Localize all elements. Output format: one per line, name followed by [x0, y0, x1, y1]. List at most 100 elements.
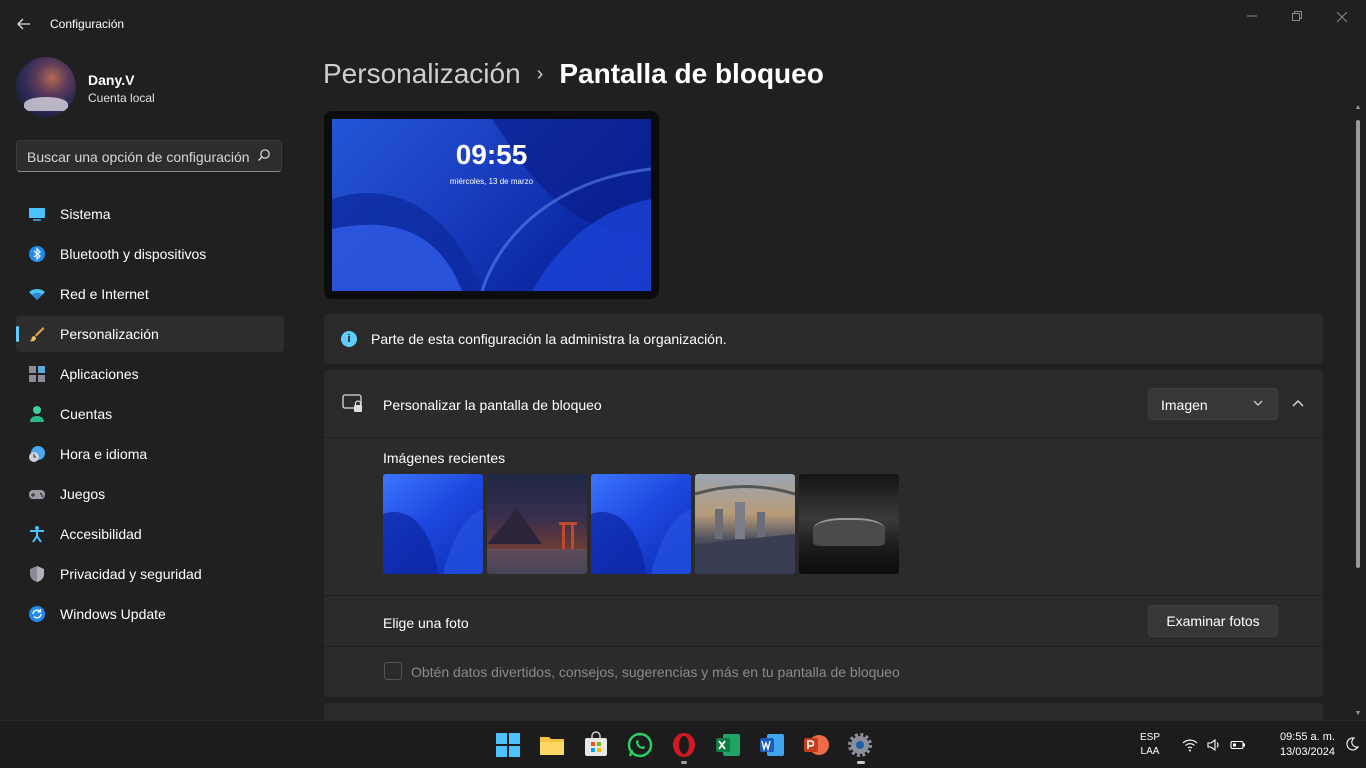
person-icon	[30, 406, 44, 422]
avatar	[16, 57, 76, 117]
info-icon: i	[341, 331, 357, 347]
back-arrow-icon	[17, 18, 30, 30]
sidebar-item-juegos[interactable]: Juegos	[16, 476, 284, 512]
dropdown-value: Imagen	[1161, 397, 1208, 413]
language-code: ESP	[1140, 732, 1161, 743]
lock-screen-header[interactable]: Personalizar la pantalla de bloqueo Imag…	[324, 370, 1323, 438]
breadcrumb-separator: ›	[536, 63, 544, 85]
language-indicator[interactable]: ESP LAA	[1140, 731, 1160, 759]
title-bar: Configuración	[0, 0, 1366, 48]
fun-facts-label: Obtén datos divertidos, consejos, sugere…	[411, 664, 900, 680]
breadcrumb-parent[interactable]: Personalización	[323, 58, 521, 89]
wifi-icon	[29, 288, 45, 300]
whatsapp-icon[interactable]	[626, 731, 654, 759]
lock-screen-mode-dropdown[interactable]: Imagen	[1148, 388, 1278, 420]
sidebar-item-privacidad[interactable]: Privacidad y seguridad	[16, 556, 284, 592]
sidebar-item-bluetooth[interactable]: Bluetooth y dispositivos	[16, 236, 284, 272]
divider	[324, 595, 1323, 596]
city-thumb-art	[695, 485, 795, 574]
chevron-up-icon[interactable]	[1286, 392, 1310, 416]
scroll-up-icon[interactable]: ▲	[1354, 104, 1362, 112]
store-icon[interactable]	[582, 731, 610, 759]
sidebar-item-sistema[interactable]: Sistema	[16, 196, 284, 232]
page-title: Pantalla de bloqueo	[559, 58, 824, 89]
divider	[324, 646, 1323, 647]
close-button[interactable]	[1322, 6, 1362, 28]
sidebar-item-hora[interactable]: Hora e idioma	[16, 436, 284, 472]
recent-image-2[interactable]	[487, 474, 587, 574]
info-text: Parte de esta configuración la administr…	[371, 331, 727, 347]
sidebar-item-label: Aplicaciones	[60, 366, 139, 382]
powerpoint-icon[interactable]	[802, 731, 830, 759]
clock-globe-icon	[29, 446, 45, 462]
app-title: Configuración	[50, 17, 125, 31]
minimize-button[interactable]	[1232, 6, 1272, 28]
close-icon	[1336, 11, 1348, 23]
bluetooth-icon	[29, 246, 45, 262]
lock-screen-settings-card: Personalizar la pantalla de bloqueo Imag…	[324, 370, 1323, 697]
sidebar-item-red[interactable]: Red e Internet	[16, 276, 284, 312]
monitor-icon	[29, 208, 45, 221]
sidebar-item-accesibilidad[interactable]: Accesibilidad	[16, 516, 284, 552]
lock-screen-icon	[342, 394, 362, 412]
choose-photo-label: Elige una foto	[383, 615, 469, 631]
back-button[interactable]	[14, 12, 34, 36]
bloom-thumb-art	[591, 509, 691, 574]
sidebar-item-label: Cuentas	[60, 406, 113, 422]
recent-image-3[interactable]	[591, 474, 691, 574]
sidebar-nav: Sistema Bluetooth y dispositivos Red e I…	[16, 196, 284, 636]
sidebar-item-cuentas[interactable]: Cuentas	[16, 396, 284, 432]
keyboard-layout: LAA	[1140, 746, 1160, 757]
sidebar-item-aplicaciones[interactable]: Aplicaciones	[16, 356, 284, 392]
scroll-down-icon[interactable]: ▼	[1354, 710, 1362, 718]
user-name: Dany.V	[88, 72, 135, 88]
volume-icon[interactable]	[1206, 737, 1222, 753]
taskbar: ESP LAA 09:55 a. m. 13/03/2024	[0, 720, 1366, 768]
brush-icon	[29, 327, 45, 342]
sidebar-item-label: Personalización	[60, 326, 159, 342]
minimize-icon	[1247, 15, 1257, 17]
file-explorer-icon[interactable]	[538, 731, 566, 759]
recent-image-5[interactable]	[799, 474, 899, 574]
sidebar-item-label: Juegos	[60, 486, 106, 502]
search-placeholder: Buscar una opción de configuración	[27, 149, 250, 165]
word-icon[interactable]	[758, 731, 786, 759]
fun-facts-checkbox[interactable]	[384, 662, 402, 680]
sidebar-item-label: Windows Update	[60, 606, 166, 622]
running-indicator	[681, 761, 687, 764]
sidebar-item-label: Bluetooth y dispositivos	[60, 246, 207, 262]
shield-icon	[30, 566, 44, 582]
settings-icon[interactable]	[846, 731, 874, 759]
excel-icon[interactable]	[714, 731, 742, 759]
scrollbar[interactable]: ▲ ▼	[1354, 104, 1362, 718]
recent-image-1[interactable]	[383, 474, 483, 574]
next-settings-card[interactable]	[324, 703, 1323, 720]
start-icon[interactable]	[494, 731, 522, 759]
update-icon	[29, 606, 45, 622]
moon-icon[interactable]	[1344, 736, 1360, 752]
restore-button[interactable]	[1277, 6, 1317, 28]
browse-photos-button[interactable]: Examinar fotos	[1148, 605, 1278, 637]
battery-icon[interactable]	[1230, 737, 1246, 753]
account-type: Cuenta local	[88, 91, 155, 105]
sidebar-item-personalizacion[interactable]: Personalización	[16, 316, 284, 352]
recent-image-4[interactable]	[695, 474, 795, 574]
bloom-thumb-art	[383, 509, 483, 574]
org-info-banner: i Parte de esta configuración la adminis…	[324, 314, 1323, 364]
search-icon[interactable]	[257, 148, 271, 162]
recent-images-title: Imágenes recientes	[383, 450, 506, 466]
temple-thumb-art	[487, 509, 587, 574]
active-indicator	[857, 761, 865, 764]
restore-icon	[1292, 11, 1302, 21]
scroll-thumb[interactable]	[1356, 120, 1360, 568]
search-input[interactable]: Buscar una opción de configuración	[16, 140, 282, 172]
gamepad-icon	[29, 490, 45, 499]
user-profile[interactable]: Dany.V Cuenta local	[16, 57, 284, 117]
opera-icon[interactable]	[670, 731, 698, 759]
sidebar-item-windows-update[interactable]: Windows Update	[16, 596, 284, 632]
breadcrumb: Personalización › Pantalla de bloqueo	[323, 58, 824, 90]
sidebar-item-label: Sistema	[60, 206, 111, 222]
taskbar-clock[interactable]: 09:55 a. m. 13/03/2024	[1255, 730, 1335, 760]
wifi-icon[interactable]	[1182, 737, 1198, 753]
sidebar-item-label: Privacidad y seguridad	[60, 566, 202, 582]
